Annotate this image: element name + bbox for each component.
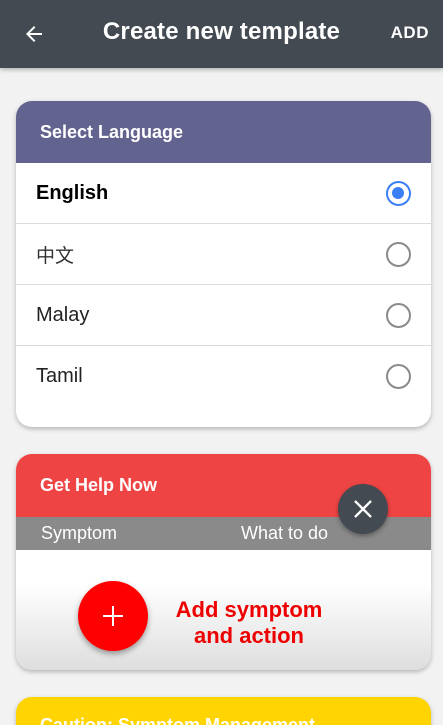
language-option-chinese[interactable]: 中文 [16,224,431,285]
language-option-english[interactable]: English [16,163,431,224]
page-title: Create new template [102,18,341,45]
column-header-symptom: Symptom [41,523,118,543]
language-card-title: Select Language [16,101,431,163]
language-option-malay[interactable]: Malay [16,285,431,346]
add-symptom-label[interactable]: Add symptom and action [164,597,334,649]
language-option-label: 中文 [36,244,75,267]
language-option-label: Tamil [36,365,83,387]
radio-selected-icon[interactable] [386,180,411,206]
language-card: Select Language English 中文 Malay Tamil [16,101,431,427]
language-option-tamil[interactable]: Tamil [16,346,431,407]
close-icon [354,500,372,518]
caution-card: Caution: Symptom Management [16,697,431,725]
close-button[interactable] [338,484,388,534]
column-header-what-to-do: What to do [241,523,329,543]
radio-unselected-icon[interactable] [386,364,411,389]
plus-icon [103,606,123,626]
caution-card-title: Caution: Symptom Management [40,715,316,725]
app-bar: Create new template ADD [0,0,443,68]
language-option-label: Malay [36,303,90,326]
add-symptom-button[interactable] [78,581,148,651]
radio-unselected-icon[interactable] [386,302,411,328]
add-button[interactable]: ADD [391,23,429,43]
radio-unselected-icon[interactable] [386,241,411,267]
language-option-label: English [36,181,109,204]
